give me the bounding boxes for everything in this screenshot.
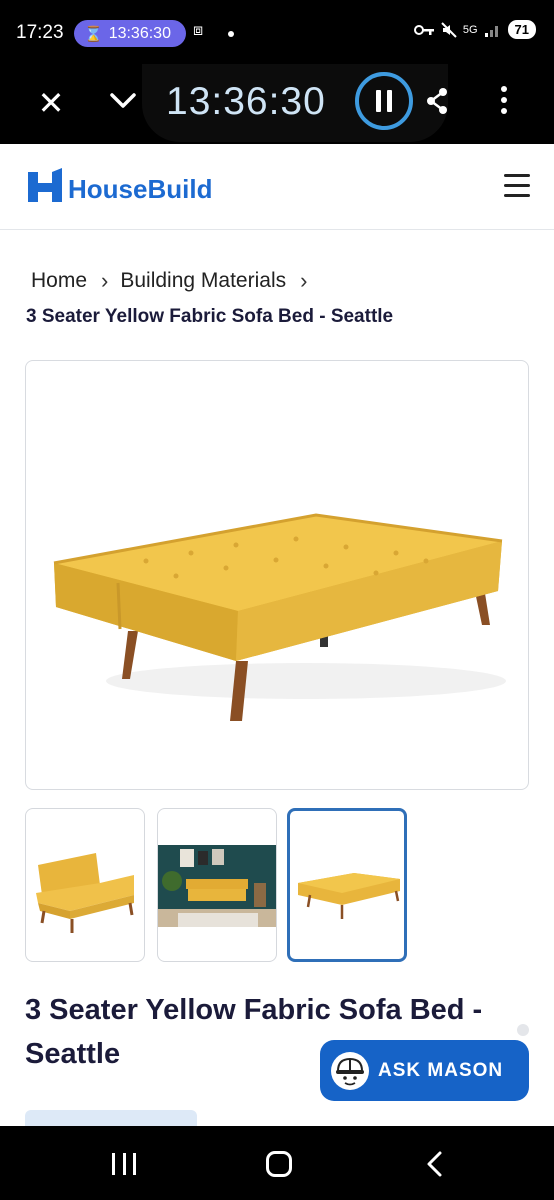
ask-mason-button[interactable]: ASK MASON xyxy=(320,1040,529,1101)
living-room-image xyxy=(158,845,276,927)
breadcrumb-building-materials[interactable]: Building Materials xyxy=(120,269,286,293)
mute-icon xyxy=(441,21,457,38)
thumbnail-3[interactable] xyxy=(287,808,407,962)
chevron-right-icon: › xyxy=(300,268,308,293)
logo[interactable]: HouseBuild xyxy=(28,168,212,204)
recents-icon[interactable] xyxy=(112,1153,136,1175)
site-header: HouseBuild xyxy=(0,144,554,230)
battery-icon: 71 xyxy=(507,20,536,39)
home-icon[interactable] xyxy=(266,1151,292,1177)
pause-icon[interactable] xyxy=(355,72,413,130)
sofa-bed-image xyxy=(53,513,506,721)
signal-icon xyxy=(484,25,498,37)
breadcrumb: Home › Building Materials › xyxy=(31,268,319,294)
menu-icon[interactable] xyxy=(504,174,530,198)
hourglass-icon: ⌛ xyxy=(84,25,103,43)
back-icon[interactable] xyxy=(424,1150,444,1178)
sofa-bed-flat-image xyxy=(298,873,400,919)
status-bar: 17:23 ⌛ 13:36:30 ⧈ 5G 71 xyxy=(0,0,554,64)
chevron-down-icon[interactable] xyxy=(108,90,138,112)
recorder-timer: 13:36:30 xyxy=(166,80,326,123)
status-icons: 5G 71 xyxy=(413,20,536,39)
share-icon[interactable] xyxy=(424,86,450,116)
status-time: 17:23 xyxy=(16,22,64,43)
more-icon[interactable] xyxy=(499,86,509,116)
timer-pill[interactable]: ⌛ 13:36:30 xyxy=(74,20,186,47)
notification-dot xyxy=(228,31,234,37)
screen-recorder-bar: ✕ 13:36:30 xyxy=(0,64,554,144)
system-nav-bar xyxy=(0,1126,554,1200)
screen-record-icon: ⧈ xyxy=(193,22,204,39)
vpn-key-icon xyxy=(413,24,434,35)
timer-pill-text: 13:36:30 xyxy=(108,24,171,42)
chevron-right-icon: › xyxy=(101,268,109,293)
sofa-upright-image xyxy=(36,853,134,933)
mason-avatar-icon xyxy=(331,1051,369,1090)
thumbnail-2[interactable] xyxy=(157,808,277,962)
thumbnail-1[interactable] xyxy=(25,808,145,962)
battery-level: 71 xyxy=(514,22,529,37)
ask-mason-label: ASK MASON xyxy=(378,1059,504,1081)
breadcrumb-home[interactable]: Home xyxy=(31,269,87,293)
breadcrumb-current: 3 Seater Yellow Fabric Sofa Bed - Seattl… xyxy=(26,306,394,327)
close-icon[interactable]: ✕ xyxy=(36,84,66,122)
logo-text: HouseBuild xyxy=(68,174,213,204)
floating-dot xyxy=(517,1024,529,1036)
product-main-image[interactable] xyxy=(25,360,529,790)
housebuild-logo-icon xyxy=(28,168,62,202)
network-label: 5G xyxy=(462,23,478,36)
